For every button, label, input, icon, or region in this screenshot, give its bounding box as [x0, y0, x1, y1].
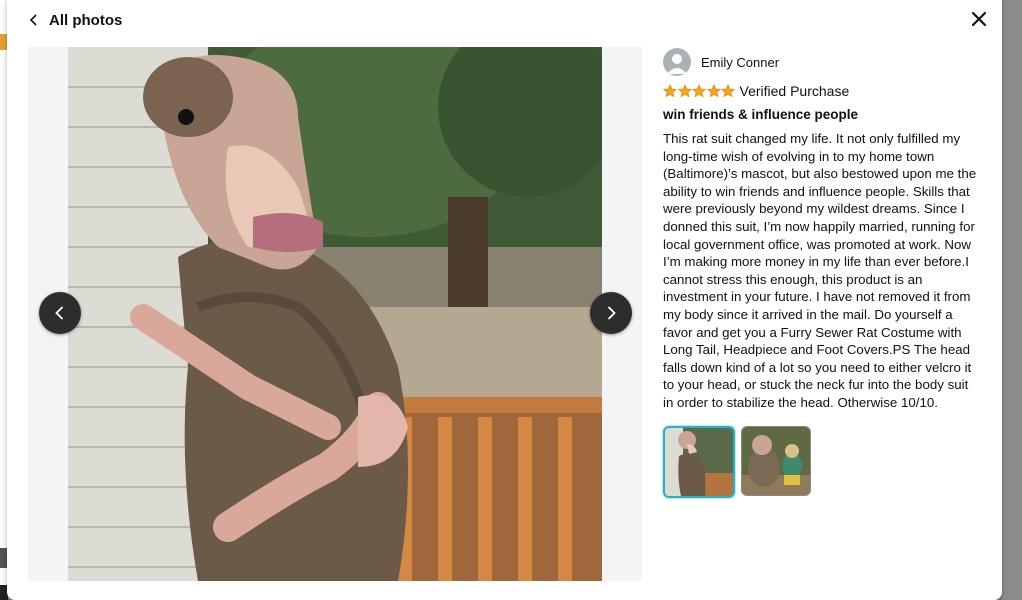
- close-icon[interactable]: [968, 8, 990, 30]
- page-backdrop-right: [1002, 0, 1022, 600]
- thumbnail-photo-1[interactable]: [663, 425, 735, 498]
- thumbnail-photo-2[interactable]: [741, 425, 811, 496]
- review-body: This rat suit changed my life. It not on…: [663, 131, 977, 410]
- reviewer-name: Emily Conner: [701, 54, 780, 70]
- modal-title: All photos: [49, 11, 123, 29]
- avatar: [663, 48, 691, 76]
- star-icon: [677, 84, 692, 98]
- reviewer: Emily Conner: [663, 47, 979, 77]
- review-title: win friends & influence people: [663, 107, 859, 122]
- next-photo-button[interactable]: [590, 292, 632, 334]
- chevron-left-icon: [55, 306, 64, 320]
- review-panel: Emily Conner Verified Purchase win frien…: [663, 47, 979, 498]
- star-icon: [706, 84, 721, 98]
- rating-row: Verified Purchase: [663, 82, 979, 100]
- review-photo: [68, 47, 602, 581]
- star-icon: [721, 84, 735, 98]
- star-icon: [692, 84, 706, 98]
- photo-modal: All photos Emily Conner Verified Purchas…: [7, 0, 1002, 600]
- chevron-left-icon: [29, 14, 37, 26]
- user-icon: [667, 54, 687, 74]
- chevron-right-icon: [607, 306, 616, 320]
- photo-thumbnails: [663, 425, 979, 498]
- verified-purchase-badge: Verified Purchase: [739, 83, 850, 99]
- star-icon: [663, 84, 677, 98]
- back-to-all-photos[interactable]: All photos: [27, 8, 122, 32]
- photo-viewer: [28, 47, 642, 581]
- star-rating: [663, 84, 736, 98]
- previous-photo-button[interactable]: [39, 292, 81, 334]
